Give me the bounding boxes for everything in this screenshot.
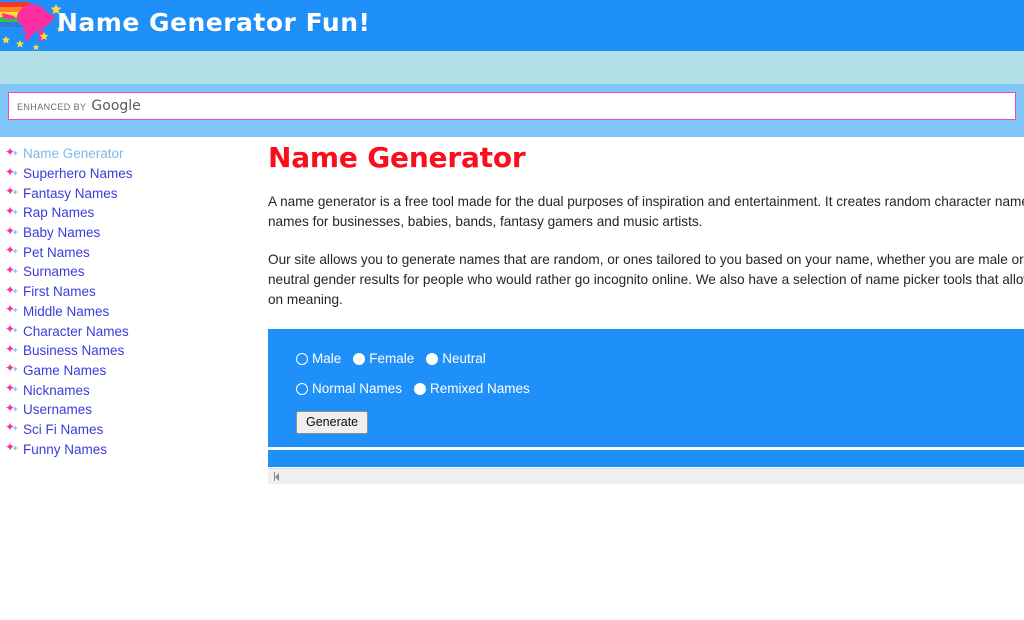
intro-p2-line1: Our site allows you to generate names th… bbox=[268, 252, 1024, 267]
star-bullet-icon: ✦ ✦ bbox=[5, 262, 19, 277]
scroll-left-arrow-icon[interactable] bbox=[272, 472, 281, 481]
radio-gender-neutral[interactable]: Neutral bbox=[426, 351, 486, 366]
radio-style-normal-names[interactable]: Normal Names bbox=[296, 381, 402, 396]
radio-indicator[interactable] bbox=[296, 382, 308, 395]
google-cse-branding: ENHANCED BY Google bbox=[17, 98, 141, 114]
page-title: Name Generator bbox=[268, 141, 526, 174]
google-wordmark: Google bbox=[91, 98, 141, 114]
gender-radio-group: Male Female Neutral bbox=[296, 349, 1024, 368]
sidebar-item-fantasy-names[interactable]: ✦ ✦ Fantasy Names bbox=[0, 183, 250, 203]
site-header: Name Generator Fun! bbox=[0, 0, 1024, 51]
star-bullet-icon: ✦ ✦ bbox=[5, 440, 19, 455]
sidebar-item-label: Superhero Names bbox=[23, 166, 133, 182]
sidebar-item-label: Baby Names bbox=[23, 225, 101, 241]
sidebar-item-character-names[interactable]: ✦ ✦ Character Names bbox=[0, 321, 250, 341]
sidebar-item-label: Fantasy Names bbox=[23, 185, 118, 201]
sidebar-item-sci-fi-names[interactable]: ✦ ✦ Sci Fi Names bbox=[0, 420, 250, 440]
decorative-band-blue-bottom bbox=[0, 120, 1024, 137]
decorative-band-blue-top bbox=[0, 84, 1024, 92]
sidebar-item-pet-names[interactable]: ✦ ✦ Pet Names bbox=[0, 242, 250, 262]
sidebar-item-label: Name Generator bbox=[23, 146, 124, 162]
intro-paragraph-2: Our site allows you to generate names th… bbox=[268, 232, 1024, 310]
radio-gender-male[interactable]: Male bbox=[296, 351, 341, 366]
sidebar-item-surnames[interactable]: ✦ ✦ Surnames bbox=[0, 262, 250, 282]
star-bullet-icon: ✦ ✦ bbox=[5, 420, 19, 435]
decorative-band-cyan bbox=[0, 51, 1024, 84]
sidebar-item-usernames[interactable]: ✦ ✦ Usernames bbox=[0, 400, 250, 420]
star-bullet-icon: ✦ ✦ bbox=[5, 223, 19, 238]
horizontal-scrollbar[interactable] bbox=[268, 468, 1024, 484]
sidebar-item-game-names[interactable]: ✦ ✦ Game Names bbox=[0, 361, 250, 381]
sidebar-item-label: Nicknames bbox=[23, 382, 90, 398]
intro-p2-line2: neutral gender results for people who wo… bbox=[268, 272, 1024, 287]
radio-indicator[interactable] bbox=[296, 352, 308, 365]
star-bullet-icon: ✦ ✦ bbox=[5, 361, 19, 376]
radio-label: Remixed Names bbox=[430, 381, 530, 396]
star-bullet-icon: ✦ ✦ bbox=[5, 282, 19, 297]
radio-label: Male bbox=[312, 351, 342, 366]
sidebar-item-nicknames[interactable]: ✦ ✦ Nicknames bbox=[0, 380, 250, 400]
sidebar-item-business-names[interactable]: ✦ ✦ Business Names bbox=[0, 341, 250, 361]
intro-paragraph-1: A name generator is a free tool made for… bbox=[268, 174, 1024, 232]
star-bullet-icon: ✦ ✦ bbox=[5, 400, 19, 415]
sidebar-item-label: Sci Fi Names bbox=[23, 421, 104, 437]
intro-p1-line2: names for businesses, babies, bands, fan… bbox=[268, 214, 703, 229]
radio-indicator[interactable] bbox=[353, 352, 366, 365]
generate-button[interactable]: Generate bbox=[296, 411, 369, 434]
radio-label: Neutral bbox=[442, 351, 486, 366]
name-generator-panel: Male Female Neutral Normal Names Remixed Na… bbox=[268, 329, 1024, 447]
search-input[interactable]: ENHANCED BY Google bbox=[9, 93, 1015, 119]
star-bullet-icon: ✦ ✦ bbox=[5, 322, 19, 337]
results-strip bbox=[268, 450, 1024, 467]
search-box[interactable]: ENHANCED BY Google bbox=[8, 92, 1016, 120]
radio-style-remixed-names[interactable]: Remixed Names bbox=[414, 381, 530, 396]
radio-gender-female[interactable]: Female bbox=[353, 351, 414, 366]
style-radio-group: Normal Names Remixed Names bbox=[296, 379, 1024, 398]
star-bullet-icon: ✦ ✦ bbox=[5, 381, 19, 396]
intro-p2-line3: on meaning. bbox=[268, 292, 343, 307]
star-bullet-icon: ✦ ✦ bbox=[5, 243, 19, 258]
sidebar-item-baby-names[interactable]: ✦ ✦ Baby Names bbox=[0, 223, 250, 243]
search-area: ENHANCED BY Google bbox=[0, 92, 1024, 120]
radio-label: Normal Names bbox=[312, 381, 403, 396]
main-content: Name Generator A name generator is a fre… bbox=[268, 137, 1024, 484]
sidebar-item-label: Game Names bbox=[23, 362, 107, 378]
sidebar-item-label: Middle Names bbox=[23, 303, 110, 319]
page-body: ✦ ✦ Name Generator ✦ ✦ Superhero Names ✦ ✦ Fanta… bbox=[0, 137, 1024, 620]
radio-indicator[interactable] bbox=[414, 382, 427, 395]
radio-indicator[interactable] bbox=[426, 352, 439, 365]
intro-p1-line1: A name generator is a free tool made for… bbox=[268, 194, 1024, 209]
star-bullet-icon: ✦ ✦ bbox=[5, 184, 19, 199]
sidebar-item-first-names[interactable]: ✦ ✦ First Names bbox=[0, 282, 250, 302]
sidebar-item-label: Rap Names bbox=[23, 205, 95, 221]
sidebar-item-label: Surnames bbox=[23, 264, 85, 280]
sidebar-item-label: First Names bbox=[23, 284, 96, 300]
sidebar-item-superhero-names[interactable]: ✦ ✦ Superhero Names bbox=[0, 164, 250, 184]
star-bullet-icon: ✦ ✦ bbox=[5, 302, 19, 317]
sidebar-item-label: Pet Names bbox=[23, 244, 90, 260]
site-title[interactable]: Name Generator Fun! bbox=[57, 8, 370, 37]
sidebar-nav: ✦ ✦ Name Generator ✦ ✦ Superhero Names ✦ ✦ Fanta… bbox=[0, 144, 250, 459]
sidebar-item-label: Character Names bbox=[23, 323, 129, 339]
radio-label: Female bbox=[369, 351, 415, 366]
sidebar-item-label: Funny Names bbox=[23, 441, 108, 457]
star-bullet-icon: ✦ ✦ bbox=[5, 341, 19, 356]
sidebar-item-rap-names[interactable]: ✦ ✦ Rap Names bbox=[0, 203, 250, 223]
star-bullet-icon: ✦ ✦ bbox=[5, 144, 19, 159]
enhanced-by-label: ENHANCED BY bbox=[17, 102, 87, 112]
star-bullet-icon: ✦ ✦ bbox=[5, 164, 19, 179]
sidebar-item-name-generator[interactable]: ✦ ✦ Name Generator bbox=[0, 144, 250, 164]
sidebar-item-funny-names[interactable]: ✦ ✦ Funny Names bbox=[0, 439, 250, 459]
sidebar-item-label: Business Names bbox=[23, 343, 125, 359]
star-bullet-icon: ✦ ✦ bbox=[5, 203, 19, 218]
sidebar-item-middle-names[interactable]: ✦ ✦ Middle Names bbox=[0, 302, 250, 322]
sidebar-item-label: Usernames bbox=[23, 402, 93, 418]
